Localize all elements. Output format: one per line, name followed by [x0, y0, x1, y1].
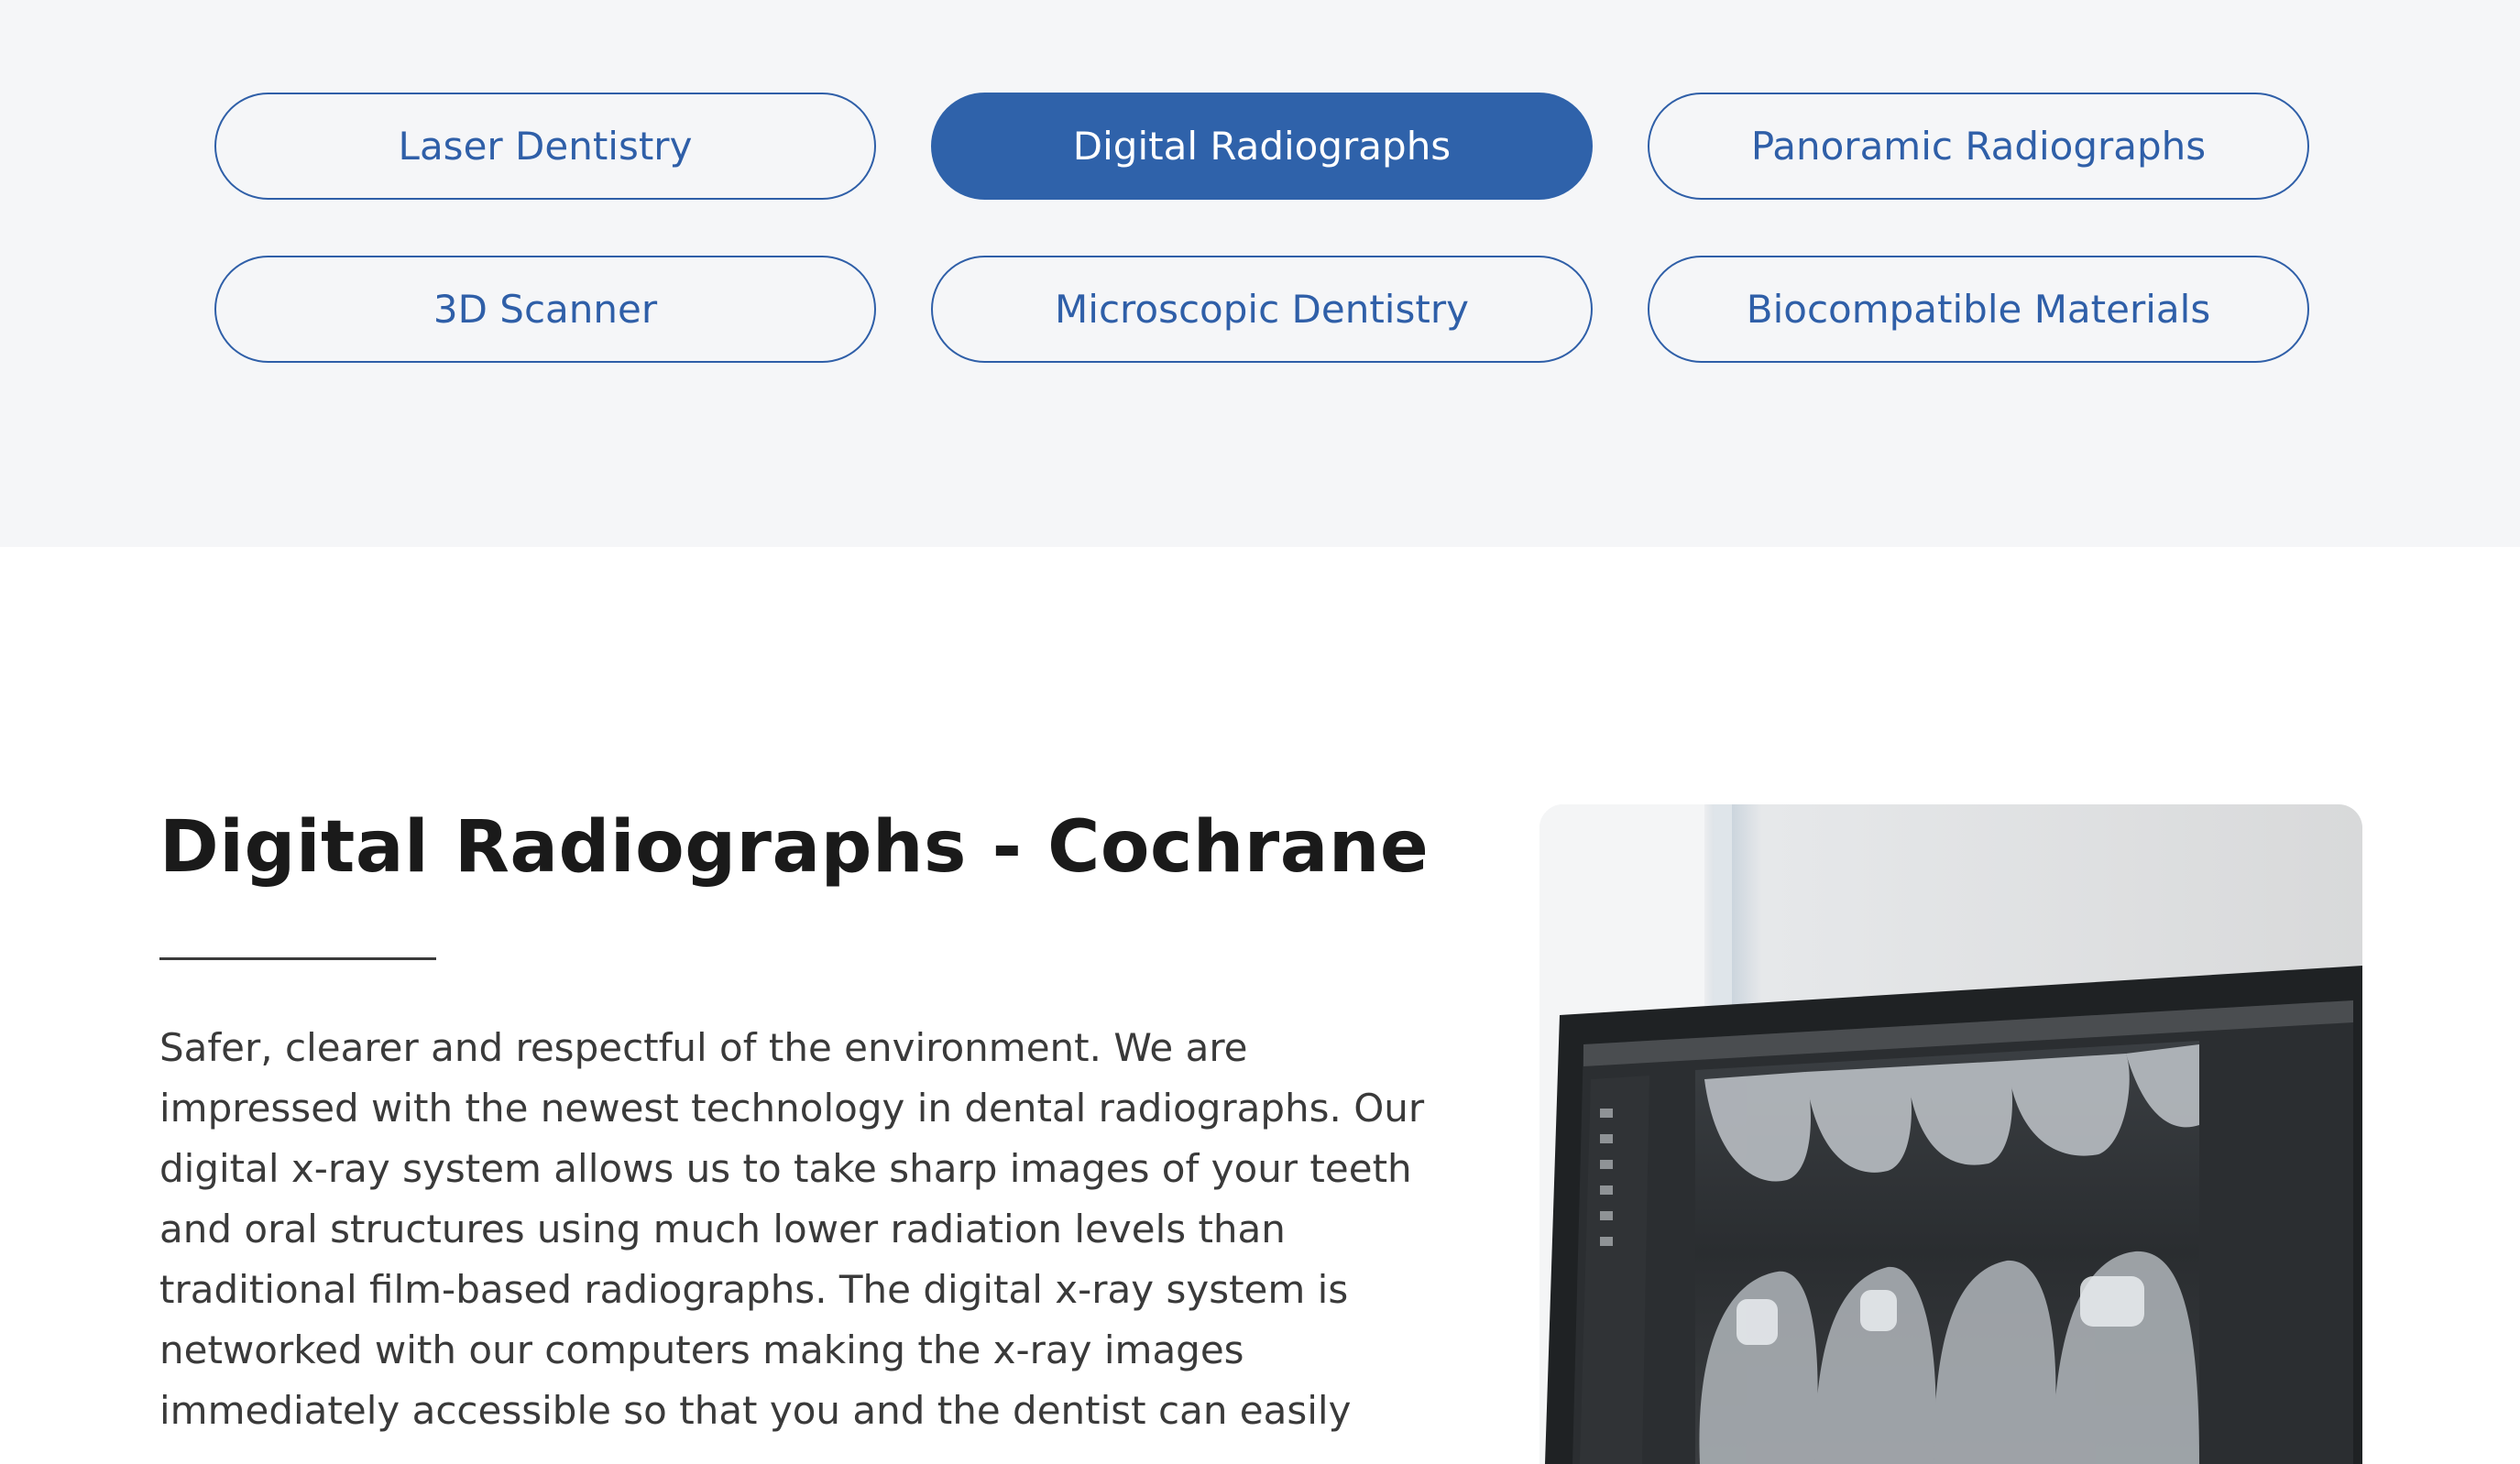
- tab-3d-scanner[interactable]: 3D Scanner: [214, 256, 876, 363]
- service-tab-grid: Laser Dentistry Digital Radiographs Pano…: [214, 93, 2309, 363]
- service-description: Safer, clearer and respectful of the env…: [159, 1025, 1425, 1433]
- tab-panoramic-radiographs[interactable]: Panoramic Radiographs: [1648, 93, 2309, 200]
- title-divider: [159, 957, 436, 960]
- tab-biocompatible-materials[interactable]: Biocompatible Materials: [1648, 256, 2309, 363]
- xray-monitor-photo: [1539, 804, 2362, 1464]
- tab-digital-radiographs[interactable]: Digital Radiographs: [931, 93, 1593, 200]
- service-tabs-section: Laser Dentistry Digital Radiographs Pano…: [0, 0, 2520, 547]
- tab-microscopic-dentistry[interactable]: Microscopic Dentistry: [931, 256, 1593, 363]
- tab-laser-dentistry[interactable]: Laser Dentistry: [214, 93, 876, 200]
- page-title: Digital Radiographs - Cochrane: [159, 806, 1430, 889]
- service-content-section: Digital Radiographs - Cochrane Safer, cl…: [0, 547, 2520, 1464]
